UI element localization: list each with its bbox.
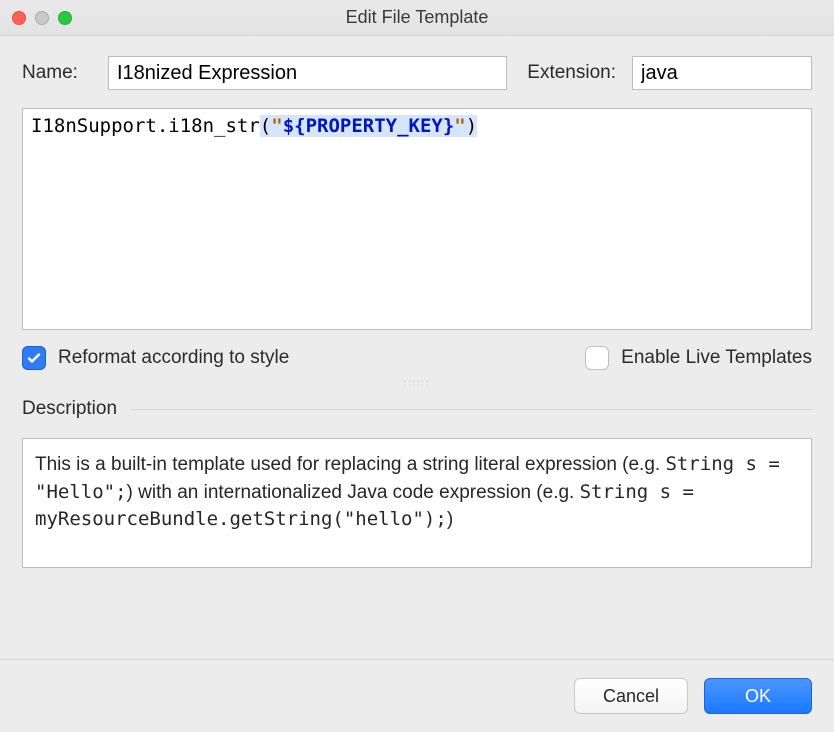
resize-grip-icon[interactable]: :::::: xyxy=(22,378,812,388)
description-section: Description xyxy=(22,398,812,420)
title-bar: Edit File Template xyxy=(0,0,834,36)
name-extension-row: Name: Extension: xyxy=(22,56,812,90)
window-title: Edit File Template xyxy=(0,7,834,28)
cancel-button[interactable]: Cancel xyxy=(574,678,688,714)
live-templates-checkbox[interactable]: Enable Live Templates xyxy=(585,346,812,370)
name-input[interactable] xyxy=(108,56,507,90)
template-editor[interactable]: I18nSupport.i18n_str("${PROPERTY_KEY}") xyxy=(22,108,812,330)
desc-text-1: This is a built-in template used for rep… xyxy=(35,454,665,475)
paren-open: ( xyxy=(260,115,271,137)
name-label: Name: xyxy=(22,62,92,84)
reformat-checkbox[interactable]: Reformat according to style xyxy=(22,346,289,370)
paren-close: ) xyxy=(466,115,477,137)
checkbox-checked-icon xyxy=(22,346,46,370)
extension-label: Extension: xyxy=(523,62,616,84)
divider xyxy=(131,409,812,410)
window-controls xyxy=(12,11,72,25)
close-icon[interactable] xyxy=(12,11,26,25)
reformat-label: Reformat according to style xyxy=(58,347,289,369)
description-title: Description xyxy=(22,398,117,420)
string-quote-close: " xyxy=(454,115,465,137)
ok-button[interactable]: OK xyxy=(704,678,812,714)
description-box[interactable]: This is a built-in template used for rep… xyxy=(22,438,812,568)
checkbox-unchecked-icon xyxy=(585,346,609,370)
live-templates-label: Enable Live Templates xyxy=(621,347,812,369)
zoom-icon[interactable] xyxy=(58,11,72,25)
string-quote-open: " xyxy=(271,115,282,137)
code-text: I18nSupport.i18n_str xyxy=(31,115,260,137)
desc-text-2: ) with an internationalized Java code ex… xyxy=(127,482,580,503)
extension-input[interactable] xyxy=(632,56,812,90)
minimize-icon xyxy=(35,11,49,25)
dialog-footer: Cancel OK xyxy=(0,659,834,732)
template-variable: ${PROPERTY_KEY} xyxy=(283,115,455,137)
desc-text-3: ) xyxy=(447,509,453,530)
